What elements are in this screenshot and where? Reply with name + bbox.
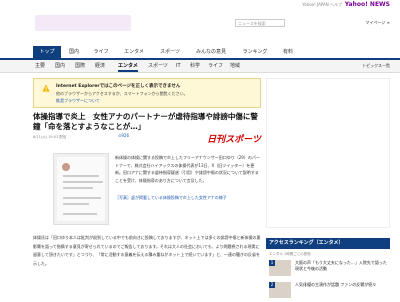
header-links[interactable]: マイページ ≡ [365, 20, 390, 26]
notice-text: 他のブラウザーからアクセスするか、スマートフォンから閲覧ください。 [56, 91, 188, 96]
topics-list-link[interactable]: トピックス一覧 [362, 60, 390, 72]
notice-title: Internet Explorerではこのページを正しく表示できません [56, 84, 181, 89]
subnav-international[interactable]: 国際 [75, 60, 85, 72]
article-photo[interactable] [53, 153, 109, 225]
nav-tab-sports[interactable]: スポーツ [153, 46, 187, 58]
site-header: ニュースを検索 マイページ ≡ [0, 11, 400, 35]
nav-tab-life[interactable]: ライフ [87, 46, 115, 58]
article-body: 体操氏は「田口ゆり本人は批判が殺到している中でも前向きに投稿しておりますが、ネッ… [33, 235, 261, 266]
nav-tab-ranking[interactable]: ランキング [235, 46, 275, 58]
subnav-sports[interactable]: スポーツ [148, 60, 168, 72]
browser-notice: Internet Explorerではこのページを正しく表示できません 他のブラ… [33, 78, 261, 108]
photo-caption[interactable]: ［写真］虚が掲載している体操投稿で炎上した女性アナの様子 [115, 194, 261, 201]
recommended-browser-link[interactable]: 推奨ブラウザーについて [56, 98, 100, 104]
photo-line [63, 187, 93, 189]
subnav-science[interactable]: 科学 [190, 60, 200, 72]
subnav-entertainment[interactable]: エンタメ [118, 60, 138, 72]
primary-nav: トップ 国内 ライフ エンタメ スポーツ みんなの意見 ランキング 有料 [0, 46, 400, 60]
nav-tab-domestic[interactable]: 国内 [61, 46, 87, 58]
photo-line [63, 181, 103, 183]
photo-line [63, 203, 89, 205]
ad-slot [266, 78, 390, 228]
ranking-text: 人気俳優の主演作が話題 ファンの反響が続々 [295, 282, 377, 287]
avatar [62, 163, 70, 171]
subnav-life[interactable]: ライフ [208, 60, 223, 72]
ranking-text: 大阪の声「もう大丈夫になった…」入院先で語った現状と今後の活動 [295, 260, 387, 271]
site-logo[interactable]: Yahoo! NEWS [345, 1, 390, 8]
share-count[interactable]: ⊙926 [118, 133, 129, 138]
subnav-it[interactable]: IT [176, 60, 181, 72]
sidebar: アクセスランキング（エンタメ） エンタメ 1時間ごとの更新 1 大阪の声「もう大… [266, 78, 390, 300]
subnav-main[interactable]: 主要 [35, 60, 45, 72]
utility-links[interactable]: Yahoo! JAPAN ヘルプ [302, 2, 342, 8]
photo-screenshot [57, 157, 105, 221]
ranking-number: 1 [269, 260, 275, 266]
photo-line [63, 175, 99, 177]
article-headline: 体操指導で炎上 女性アナのパートナーが虐待指導や誹謗中傷に警鐘「命を落とすような… [33, 112, 258, 131]
nav-tab-top[interactable]: トップ [33, 46, 61, 58]
ranking-number: 2 [269, 282, 275, 288]
nav-tab-entertainment[interactable]: エンタメ [115, 46, 153, 58]
warning-icon [42, 84, 50, 92]
subnav-region[interactable]: 地域 [230, 60, 240, 72]
ranking-item[interactable]: 2 人気俳優の主演作が話題 ファンの反響が続々 [266, 282, 390, 302]
ranking-title: アクセスランキング（エンタメ） [266, 238, 390, 249]
search-input[interactable]: ニュースを検索 [235, 19, 285, 27]
article-body-intro: 新体操の体操に関する投稿で炎上したフリーアナウンサー田口ゆり（29）のパートナー… [115, 155, 260, 183]
brand-banner[interactable] [35, 15, 131, 31]
photo-line [63, 197, 101, 199]
top-strip: Yahoo! JAPAN ヘルプ Yahoo! NEWS [0, 0, 400, 11]
subnav-domestic[interactable]: 国内 [55, 60, 65, 72]
nav-tab-paid[interactable]: 有料 [275, 46, 301, 58]
photo-line [63, 213, 97, 215]
article-column: Internet Explorerではこのページを正しく表示できません 他のブラ… [33, 78, 261, 300]
source-logo[interactable]: 日刊スポーツ [207, 132, 261, 145]
subnav-economy[interactable]: 経済 [95, 60, 105, 72]
article-date: 8/11(火) 19:03 配信 [33, 135, 67, 139]
ranking-item[interactable]: 1 大阪の声「もう大丈夫になった…」入院先で語った現状と今後の活動 [266, 260, 390, 280]
nav-tab-opinion[interactable]: みんなの意見 [187, 46, 235, 58]
secondary-nav: 主要 国内 国際 経済 エンタメ スポーツ IT 科学 ライフ 地域 トピックス… [0, 60, 400, 73]
ranking-subtitle: エンタメ 1時間ごとの更新 [269, 252, 311, 256]
